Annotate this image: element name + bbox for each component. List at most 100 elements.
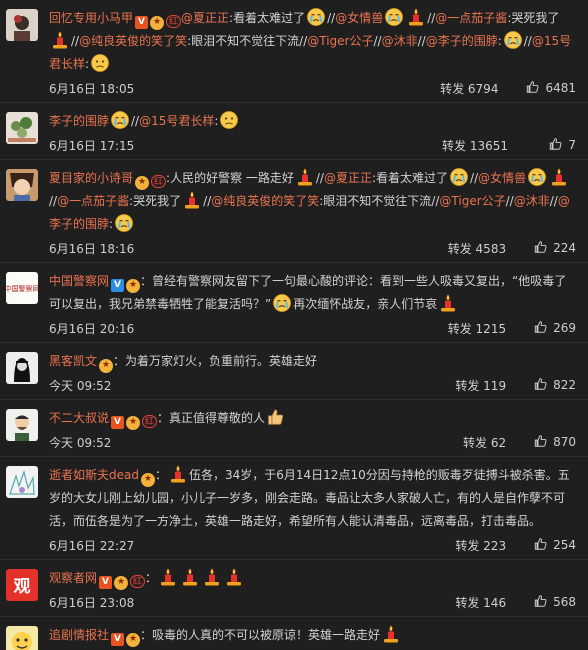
repost-button[interactable]: 转发 13651: [442, 137, 508, 154]
comment-body: 中国警察网 V ★ ：曾经有警察网友留下了一句最心酸的评论：看到一些人吸毒又复出，“他…: [49, 270, 576, 342]
comment-text: 逝者如斯夫dead ★：伍各，34岁，于6月14日12点10分因与持枪的贩毒歹徒搏…: [49, 464, 576, 533]
like-button[interactable]: 7: [536, 137, 576, 154]
like-button[interactable]: 822: [534, 377, 576, 394]
username-link[interactable]: 追剧情报社: [49, 628, 109, 642]
mention-link[interactable]: @女情兽: [335, 11, 383, 25]
svg-text:观: 观: [13, 577, 31, 597]
repost-button[interactable]: 转发 146: [455, 594, 506, 611]
comment-text-segment: :: [497, 34, 502, 48]
candle-emoji-icon: [50, 30, 70, 50]
member-badge-icon: ★: [126, 633, 141, 647]
hong-badge: 红: [130, 575, 146, 588]
username-link[interactable]: 观察者网: [49, 571, 97, 585]
username-link[interactable]: 不二大叔说: [49, 411, 109, 425]
mention-link[interactable]: @纯良英俊的笑了笑: [79, 34, 187, 48]
comment-body: 夏目家的小诗哥 ★ 红:人民的好警察 一路走好//@夏正正:看着太难过了//@女情兽…: [49, 167, 576, 262]
repost-button[interactable]: 转发 4583: [448, 240, 506, 257]
verified-badge-icon: V: [111, 279, 125, 292]
candle-emoji-icon: [224, 567, 244, 587]
mention-link[interactable]: @Tiger公子: [307, 34, 373, 48]
comment-text: 追剧情报社 V ★ ：吸毒的人真的不可以被原谅！英雄一路走好: [49, 624, 576, 647]
repost-button[interactable]: 转发 119: [455, 377, 506, 394]
member-badge-icon: ★: [126, 416, 141, 430]
comment-text-segment: //: [131, 114, 140, 128]
like-button[interactable]: 6481: [526, 80, 576, 97]
repost-button[interactable]: 转发 223: [455, 537, 506, 554]
thumbs-up-icon: [534, 240, 553, 257]
username-link[interactable]: 李子的围脖: [49, 114, 109, 128]
repost-button[interactable]: 转发 6794: [440, 80, 498, 97]
avatar[interactable]: [6, 9, 38, 41]
comment-text-segment: :看着太难过了: [372, 171, 449, 185]
comment-text-segment: //: [417, 34, 426, 48]
like-count: 870: [553, 435, 576, 449]
cry-emoji-icon: [110, 110, 130, 130]
avatar[interactable]: [6, 626, 38, 650]
mention-link[interactable]: @沐非: [382, 34, 418, 48]
avatar[interactable]: [6, 112, 38, 144]
comment-body: 逝者如斯夫dead ★：伍各，34岁，于6月14日12点10分因与持枪的贩毒歹徒搏…: [49, 464, 576, 559]
comment-meta: 6月16日 22:27 转发 223 254: [49, 534, 576, 556]
comment-text-segment: ：: [154, 468, 167, 482]
comment-text-segment: :人民的好警察 一路走好: [166, 171, 294, 185]
mention-link[interactable]: @女情兽: [478, 171, 526, 185]
like-button[interactable]: 568: [534, 594, 576, 611]
like-button[interactable]: 269: [534, 320, 576, 337]
repost-button[interactable]: 转发 1215: [448, 320, 506, 337]
mention-link[interactable]: @一点茄子酱: [57, 194, 129, 208]
comment-text: 回忆专用小马甲 V ★ 红 @夏正正:看着太难过了//@女情兽//@一点茄子酱:哭死我了…: [49, 7, 576, 76]
comment-meta: 6月16日 18:05 转发 6794 6481: [49, 77, 576, 99]
comment-text-segment: //: [315, 171, 324, 185]
like-count: 7: [568, 138, 576, 152]
like-button[interactable]: 870: [534, 434, 576, 451]
cry-emoji-icon: [306, 7, 326, 27]
avatar[interactable]: 观: [6, 569, 38, 601]
timestamp: 6月16日 23:08: [49, 595, 135, 610]
comment-text: 不二大叔说 V ★ 红：真正值得尊敬的人: [49, 407, 576, 430]
comment-item: 不二大叔说 V ★ 红：真正值得尊敬的人 今天 09:52 转发 62 870: [0, 400, 588, 457]
mention-link[interactable]: @李子的围脖: [426, 34, 498, 48]
comment-item: 中国警察网 中国警察网 V ★ ：曾经有警察网友留下了一句最心酸的评论：看到一些人吸毒又…: [0, 263, 588, 343]
mention-link[interactable]: @纯良英俊的笑了笑: [211, 194, 319, 208]
thumbs-up-icon: [534, 377, 553, 394]
comment-text-segment: 再次缅怀战友，亲人们节哀: [293, 297, 438, 311]
comment-text-segment: ：为着万家灯火，负重前行。英雄走好: [113, 354, 318, 368]
username-link[interactable]: 夏目家的小诗哥: [49, 171, 133, 185]
comment-text-segment: //: [470, 171, 479, 185]
cry-emoji-icon: [503, 30, 523, 50]
mention-link[interactable]: @沐非: [514, 194, 550, 208]
like-button[interactable]: 224: [534, 240, 576, 257]
avatar[interactable]: [6, 169, 38, 201]
username-link[interactable]: 逝者如斯夫dead: [49, 468, 139, 482]
username-link[interactable]: 中国警察网: [49, 274, 109, 288]
comment-body: 李子的围脖 //@15号君长样: 6月16日 17:15 转发 13651 7: [49, 110, 576, 159]
mention-link[interactable]: @Tiger公子: [439, 194, 505, 208]
avatar[interactable]: [6, 352, 38, 384]
thumbs-up-icon: [526, 80, 545, 97]
comment-text-segment: ：: [145, 571, 158, 585]
avatar[interactable]: 中国警察网: [6, 272, 38, 304]
mention-link[interactable]: @夏正正: [181, 11, 229, 25]
username-link[interactable]: 回忆专用小马甲: [49, 11, 133, 25]
avatar[interactable]: [6, 409, 38, 441]
comment-item: 逝者如斯夫dead ★：伍各，34岁，于6月14日12点10分因与持枪的贩毒歹徒搏…: [0, 457, 588, 560]
comment-text-segment: :眼泪不知不觉往下流: [319, 194, 432, 208]
mention-link[interactable]: @夏正正: [324, 171, 372, 185]
comment-body: 回忆专用小马甲 V ★ 红 @夏正正:看着太难过了//@女情兽//@一点茄子酱:哭死我了…: [49, 7, 576, 102]
like-button[interactable]: 254: [534, 537, 576, 554]
candle-emoji-icon: [295, 167, 315, 187]
comment-body: 不二大叔说 V ★ 红：真正值得尊敬的人 今天 09:52 转发 62 870: [49, 407, 576, 456]
mention-link[interactable]: @一点茄子酱: [435, 11, 507, 25]
comment-meta: 6月16日 17:15 转发 13651 7: [49, 134, 576, 156]
member-badge-icon: ★: [114, 576, 129, 590]
mention-link[interactable]: @15号君长样: [139, 114, 214, 128]
verified-badge-icon: V: [111, 633, 125, 646]
sad-emoji-icon: [90, 53, 110, 73]
thumbs-up-icon: [549, 137, 568, 154]
member-badge-icon: ★: [135, 176, 150, 190]
repost-button[interactable]: 转发 62: [463, 434, 506, 451]
avatar[interactable]: [6, 466, 38, 498]
username-link[interactable]: 黑客凯文: [49, 354, 97, 368]
timestamp: 6月16日 18:05: [49, 81, 135, 96]
comment-meta: 6月16日 23:08 转发 146 568: [49, 591, 576, 613]
